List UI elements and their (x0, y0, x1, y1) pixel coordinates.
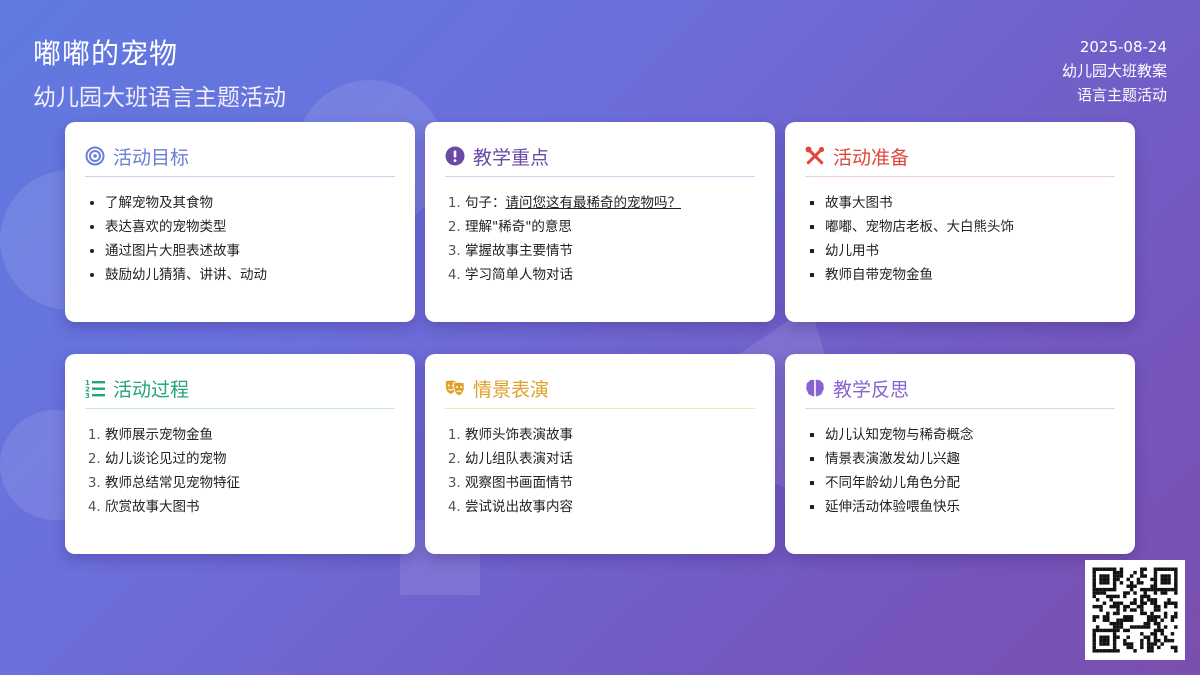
list-item: 鼓励幼儿猜猜、讲讲、动动 (105, 263, 395, 287)
key-sentence: 请问您这有最稀奇的宠物吗？ (505, 195, 682, 211)
list-item: 理解"稀奇"的意思 (465, 215, 755, 239)
list-icon: 123 (85, 378, 105, 398)
header-meta: 2025-08-24 幼儿园大班教案 语言主题活动 (1062, 35, 1167, 107)
list-item: 了解宠物及其食物 (105, 191, 395, 215)
svg-text:3: 3 (85, 392, 90, 398)
tools-icon (805, 146, 825, 166)
card-header: 活动目标 (85, 142, 395, 177)
list-item: 通过图片大胆表述故事 (105, 239, 395, 263)
card-list: 了解宠物及其食物 表达喜欢的宠物类型 通过图片大胆表述故事 鼓励幼儿猜猜、讲讲、… (85, 191, 395, 287)
date-label: 2025-08-24 (1079, 38, 1167, 56)
list-item: 延伸活动体验喂鱼快乐 (825, 495, 1115, 519)
brain-icon (805, 378, 825, 398)
qr-code (1085, 560, 1185, 660)
card-activity-goals: 活动目标 了解宠物及其食物 表达喜欢的宠物类型 通过图片大胆表述故事 鼓励幼儿猜… (65, 122, 415, 322)
page-title: 嘟嘟的宠物 (33, 37, 179, 70)
card-activity-process: 123 活动过程 教师展示宠物金鱼 幼儿谈论见过的宠物 教师总结常见宠物特征 欣… (65, 354, 415, 554)
list-item: 表达喜欢的宠物类型 (105, 215, 395, 239)
list-item: 情景表演激发幼儿兴趣 (825, 447, 1115, 471)
card-title: 活动过程 (113, 378, 190, 401)
list-item: 掌握故事主要情节 (465, 239, 755, 263)
card-teaching-focus: 教学重点 句子：请问您这有最稀奇的宠物吗？ 理解"稀奇"的意思 掌握故事主要情节… (425, 122, 775, 322)
meta-label-1: 幼儿园大班教案 (1061, 62, 1167, 80)
list-item: 学习简单人物对话 (465, 263, 755, 287)
list-item: 幼儿组队表演对话 (465, 447, 755, 471)
card-title: 教学重点 (473, 146, 550, 169)
list-item: 句子：请问您这有最稀奇的宠物吗？ (465, 191, 755, 215)
list-item: 嘟嘟、宠物店老板、大白熊头饰 (825, 215, 1115, 239)
card-teaching-reflection: 教学反思 幼儿认知宠物与稀奇概念 情景表演激发幼儿兴趣 不同年龄幼儿角色分配 延… (785, 354, 1135, 554)
list-item: 不同年龄幼儿角色分配 (825, 471, 1115, 495)
card-header: 教学重点 (445, 142, 755, 177)
list-item: 教师展示宠物金鱼 (105, 423, 395, 447)
card-activity-prep: 活动准备 故事大图书 嘟嘟、宠物店老板、大白熊头饰 幼儿用书 教师自带宠物金鱼 (785, 122, 1135, 322)
card-header: 123 活动过程 (85, 374, 395, 409)
card-list: 句子：请问您这有最稀奇的宠物吗？ 理解"稀奇"的意思 掌握故事主要情节 学习简单… (445, 191, 755, 287)
list-item: 故事大图书 (825, 191, 1115, 215)
list-item: 观察图书画面情节 (465, 471, 755, 495)
card-title: 教学反思 (833, 378, 910, 401)
list-item: 教师头饰表演故事 (465, 423, 755, 447)
card-title: 活动准备 (833, 146, 910, 169)
card-list: 幼儿认知宠物与稀奇概念 情景表演激发幼儿兴趣 不同年龄幼儿角色分配 延伸活动体验… (805, 423, 1115, 519)
card-list: 教师展示宠物金鱼 幼儿谈论见过的宠物 教师总结常见宠物特征 欣赏故事大图书 (85, 423, 395, 519)
card-title: 活动目标 (113, 146, 190, 169)
target-icon (85, 146, 105, 166)
exclamation-icon (445, 146, 465, 166)
list-item: 幼儿用书 (825, 239, 1115, 263)
list-item: 欣赏故事大图书 (105, 495, 395, 519)
card-header: 情景表演 (445, 374, 755, 409)
card-list: 教师头饰表演故事 幼儿组队表演对话 观察图书画面情节 尝试说出故事内容 (445, 423, 755, 519)
card-header: 活动准备 (805, 142, 1115, 177)
list-item: 教师自带宠物金鱼 (825, 263, 1115, 287)
meta-label-2: 语言主题活动 (1076, 86, 1167, 104)
masks-icon (445, 378, 465, 398)
list-item: 教师总结常见宠物特征 (105, 471, 395, 495)
list-item: 幼儿认知宠物与稀奇概念 (825, 423, 1115, 447)
card-list: 故事大图书 嘟嘟、宠物店老板、大白熊头饰 幼儿用书 教师自带宠物金鱼 (805, 191, 1115, 287)
page-subtitle: 幼儿园大班语言主题活动 (33, 85, 286, 111)
list-item: 尝试说出故事内容 (465, 495, 755, 519)
card-header: 教学反思 (805, 374, 1115, 409)
card-role-play: 情景表演 教师头饰表演故事 幼儿组队表演对话 观察图书画面情节 尝试说出故事内容 (425, 354, 775, 554)
card-title: 情景表演 (473, 378, 550, 401)
list-item-prefix: 句子： (465, 195, 506, 211)
list-item: 幼儿谈论见过的宠物 (105, 447, 395, 471)
